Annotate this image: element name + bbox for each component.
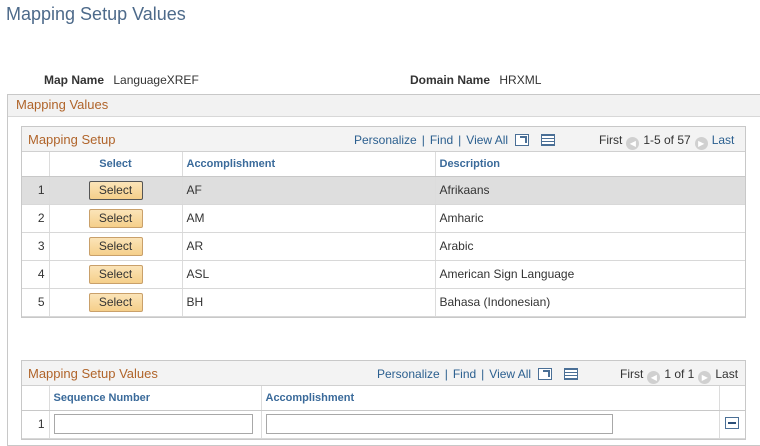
accomplishment-cell: ASL (181, 260, 435, 289)
description-cell: Amharic (434, 204, 745, 233)
row-number: 5 (22, 288, 49, 317)
mapping-setup-grid-titlebar: Mapping Setup Personalize | Find | View All … (22, 127, 745, 152)
previous-arrow-icon[interactable]: ◀ (647, 371, 661, 384)
mapping-setup-values-grid-nav: First ◀ 1 of 1 ▶ Last (620, 367, 738, 384)
description-column-header[interactable]: Description (434, 152, 745, 177)
row-range: 1-5 of 57 (643, 133, 691, 147)
accomplishment-cell: AR (181, 232, 435, 261)
personalize-link[interactable]: Personalize (377, 367, 440, 381)
sequence-number-column-header: Sequence Number (48, 386, 261, 411)
map-name-value: LanguageXREF (113, 73, 199, 87)
sequence-number-input[interactable] (53, 414, 253, 434)
domain-name-label: Domain Name (410, 73, 491, 87)
mapping-setup-grid-title: Mapping Setup (28, 132, 116, 147)
mapping-setup-table: Select Accomplishment Description 1 Sele… (22, 152, 745, 317)
find-link[interactable]: Find (453, 367, 476, 381)
table-row: 2 Select AM Amharic (22, 204, 745, 233)
last-label: Last (715, 367, 739, 381)
table-row: 1 Select AF Afrikaans (22, 176, 745, 205)
domain-name-value: HRXML (499, 73, 542, 87)
next-arrow-icon[interactable]: ▶ (698, 371, 712, 384)
row-number-header (22, 152, 49, 177)
accomplishment-column-header[interactable]: Accomplishment (181, 152, 435, 177)
spreadsheet-icon[interactable] (540, 134, 555, 146)
accomplishment-input[interactable] (265, 414, 613, 434)
accomplishment-cell: BH (181, 288, 435, 317)
row-number: 2 (22, 204, 49, 233)
accomplishment-cell: AF (181, 176, 435, 205)
accomplishment-cell: AM (181, 204, 435, 233)
last-link[interactable]: Last (712, 133, 735, 147)
select-button[interactable]: Select (88, 208, 143, 228)
row-number: 4 (22, 260, 49, 289)
mapping-setup-grid-nav: First ◀ 1-5 of 57 ▶ Last (599, 133, 734, 150)
mapping-setup-values-grid-titlebar: Mapping Setup Values Personalize | Find | Vi… (22, 361, 745, 386)
personalize-link[interactable]: Personalize (354, 133, 417, 147)
zoom-icon[interactable] (538, 368, 553, 380)
row-number: 3 (22, 232, 49, 261)
page-title: Mapping Setup Values (6, 4, 186, 24)
select-button[interactable]: Select (88, 264, 143, 284)
row-number: 1 (22, 176, 49, 205)
map-name-field: Map Name LanguageXREF (44, 73, 199, 87)
view-all-link[interactable]: View All (466, 133, 508, 147)
zoom-icon[interactable] (515, 134, 530, 146)
map-name-label: Map Name (44, 73, 105, 87)
select-button[interactable]: Select (88, 292, 143, 312)
first-label: First (620, 367, 644, 381)
description-cell: Afrikaans (434, 176, 745, 205)
table-header-row: Select Accomplishment Description (22, 152, 745, 177)
description-cell: Bahasa (Indonesian) (434, 288, 745, 317)
mapping-setup-grid: Mapping Setup Personalize | Find | View All … (21, 126, 746, 318)
find-link[interactable]: Find (430, 133, 453, 147)
description-cell: American Sign Language (434, 260, 745, 289)
mapping-setup-values-grid-title: Mapping Setup Values (28, 366, 158, 381)
select-column-header: Select (48, 152, 182, 177)
mapping-setup-grid-tools: Personalize | Find | View All (354, 133, 555, 147)
mapping-setup-values-grid-tools: Personalize | Find | View All (377, 367, 578, 381)
domain-name-field: Domain Name HRXML (410, 73, 541, 87)
table-row: 3 Select AR Arabic (22, 232, 745, 261)
select-button[interactable]: Select (88, 236, 143, 256)
spreadsheet-icon[interactable] (563, 368, 578, 380)
select-button[interactable]: Select (88, 180, 143, 200)
delete-row-icon[interactable] (725, 416, 740, 429)
table-row: 5 Select BH Bahasa (Indonesian) (22, 288, 745, 317)
delete-column-header (718, 386, 745, 411)
mapping-setup-values-table: Sequence Number Accomplishment 1 (22, 386, 745, 439)
next-arrow-icon[interactable]: ▶ (694, 137, 708, 150)
row-number-header (22, 386, 49, 411)
mapping-values-header: Mapping Values (8, 95, 760, 117)
description-cell: Arabic (434, 232, 745, 261)
row-number: 1 (22, 410, 49, 439)
accomplishment-column-header: Accomplishment (260, 386, 719, 411)
view-all-link[interactable]: View All (489, 367, 531, 381)
mapping-setup-values-grid: Mapping Setup Values Personalize | Find | Vi… (21, 360, 746, 440)
first-label: First (599, 133, 623, 147)
table-row: 1 (22, 410, 745, 439)
row-range: 1 of 1 (664, 367, 695, 381)
table-row: 4 Select ASL American Sign Language (22, 260, 745, 289)
previous-arrow-icon[interactable]: ◀ (626, 137, 640, 150)
table-header-row: Sequence Number Accomplishment (22, 386, 745, 411)
